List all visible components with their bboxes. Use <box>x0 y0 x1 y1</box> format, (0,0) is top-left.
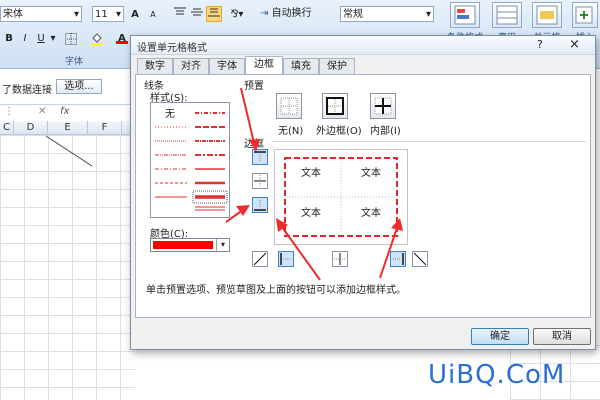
arrow-head-icon <box>276 218 288 232</box>
annotation-arrows <box>225 87 403 281</box>
arrow-to-right-border <box>379 227 398 279</box>
arrow-to-left-border <box>281 226 321 281</box>
arrow-to-bottom-border <box>225 211 241 223</box>
watermark: UiBQ.CoM <box>428 360 566 390</box>
arrow-head-icon <box>391 218 403 231</box>
arrow-to-top-border <box>240 87 255 144</box>
arrow-head-icon <box>249 139 260 152</box>
